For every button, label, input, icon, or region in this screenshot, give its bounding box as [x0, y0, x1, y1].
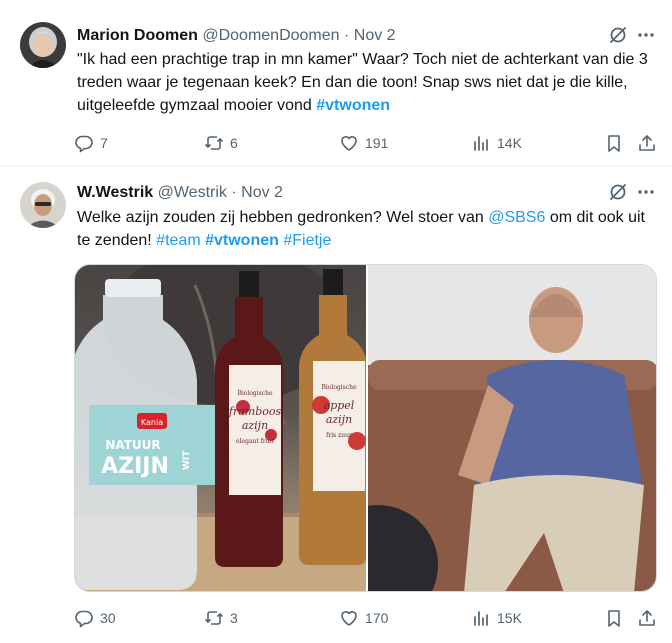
views-button[interactable]: 14K: [471, 131, 522, 155]
heart-icon: [341, 611, 357, 626]
tweet-text: "Ik had een prachtige trap in mn kamer" …: [77, 48, 659, 117]
avatar[interactable]: [20, 182, 66, 228]
grok-icon[interactable]: [608, 182, 628, 202]
repost-button[interactable]: 3: [204, 606, 238, 630]
share-icon: [639, 610, 655, 626]
tweet-text: Welke azijn zouden zij hebben gedronken?…: [77, 206, 659, 252]
bookmark-icon: [608, 135, 620, 152]
separator: ·: [344, 27, 350, 44]
repost-icon: [204, 611, 224, 625]
bottle-label-line2: AZIJN: [101, 454, 169, 479]
bookmark-button[interactable]: [604, 606, 624, 630]
reply-button[interactable]: 7: [74, 131, 108, 155]
tweet[interactable]: Marion Doomen @DoomenDoomen · Nov 2 "Ik …: [0, 0, 672, 166]
bottle-rasp-mid: framboos: [228, 405, 282, 418]
author-handle[interactable]: @Westrik: [158, 184, 227, 201]
bottle-apple-foot: fris zuur: [326, 432, 352, 439]
hashtag-link[interactable]: #vtwonen: [205, 232, 279, 249]
repost-button[interactable]: 6: [204, 131, 238, 155]
repost-count: 6: [230, 135, 238, 151]
avatar[interactable]: [20, 22, 66, 68]
reply-icon: [75, 610, 93, 628]
hashtag-link[interactable]: #Fietje: [283, 232, 331, 249]
author-handle[interactable]: @DoomenDoomen: [202, 27, 339, 44]
tweet-date[interactable]: Nov 2: [241, 184, 283, 201]
reply-button[interactable]: 30: [74, 606, 116, 630]
repost-icon: [204, 136, 224, 150]
bottle-brand-label: Kania: [141, 418, 163, 427]
author-name[interactable]: Marion Doomen: [77, 27, 198, 44]
reply-icon: [75, 135, 93, 153]
share-button[interactable]: [637, 606, 657, 630]
more-options-icon[interactable]: [636, 25, 656, 45]
share-button[interactable]: [637, 131, 657, 155]
media-grid: Kania NATUUR AZIJN WIT Biologische framb…: [74, 264, 657, 592]
views-button[interactable]: 15K: [471, 606, 522, 630]
tweet-header: W.Westrik @Westrik · Nov 2: [77, 183, 283, 203]
share-icon: [639, 135, 655, 151]
hashtag-link[interactable]: #vtwonen: [316, 97, 390, 114]
view-count: 14K: [497, 135, 522, 151]
bookmark-icon: [608, 610, 620, 627]
bottle-label-side: WIT: [182, 450, 192, 470]
tweet-date[interactable]: Nov 2: [354, 27, 396, 44]
tweet-actions: 30 3 170 15K: [74, 606, 659, 630]
hashtag-link[interactable]: #team: [156, 232, 200, 249]
mention-link[interactable]: @SBS6: [488, 209, 545, 226]
vinegar-bottles-photo[interactable]: Kania NATUUR AZIJN WIT Biologische framb…: [75, 265, 366, 591]
tweet-actions: 7 6 191 14K: [74, 131, 659, 155]
tweet[interactable]: W.Westrik @Westrik · Nov 2 Welke azijn z…: [0, 166, 672, 643]
bottle-apple-mid: appel: [324, 399, 355, 412]
author-name[interactable]: W.Westrik: [77, 184, 153, 201]
separator: ·: [231, 184, 237, 201]
views-icon: [474, 611, 488, 626]
bottle-apple-top: Biologische: [321, 384, 357, 391]
tweet-header: Marion Doomen @DoomenDoomen · Nov 2: [77, 26, 396, 46]
more-options-icon[interactable]: [636, 182, 656, 202]
heart-icon: [341, 136, 357, 151]
view-count: 15K: [497, 610, 522, 626]
person-on-sofa-photo[interactable]: [368, 265, 656, 591]
like-button[interactable]: 170: [339, 606, 388, 630]
bottle-apple-bottom: azijn: [326, 413, 352, 426]
reply-count: 30: [100, 610, 116, 626]
like-count: 191: [365, 135, 389, 151]
bottle-rasp-bottom: azijn: [242, 419, 268, 432]
bottle-label-line1: NATUUR: [105, 438, 160, 452]
bookmark-button[interactable]: [604, 131, 624, 155]
tweet-text-segment: Welke azijn zouden zij hebben gedronken?…: [77, 209, 489, 226]
like-button[interactable]: 191: [339, 131, 388, 155]
bottle-rasp-top: Biologische: [237, 390, 273, 397]
like-count: 170: [365, 610, 389, 626]
repost-count: 3: [230, 610, 238, 626]
reply-count: 7: [100, 135, 108, 151]
grok-icon[interactable]: [608, 25, 628, 45]
bottle-rasp-foot: elegant fruit: [236, 438, 274, 445]
views-icon: [474, 136, 488, 151]
